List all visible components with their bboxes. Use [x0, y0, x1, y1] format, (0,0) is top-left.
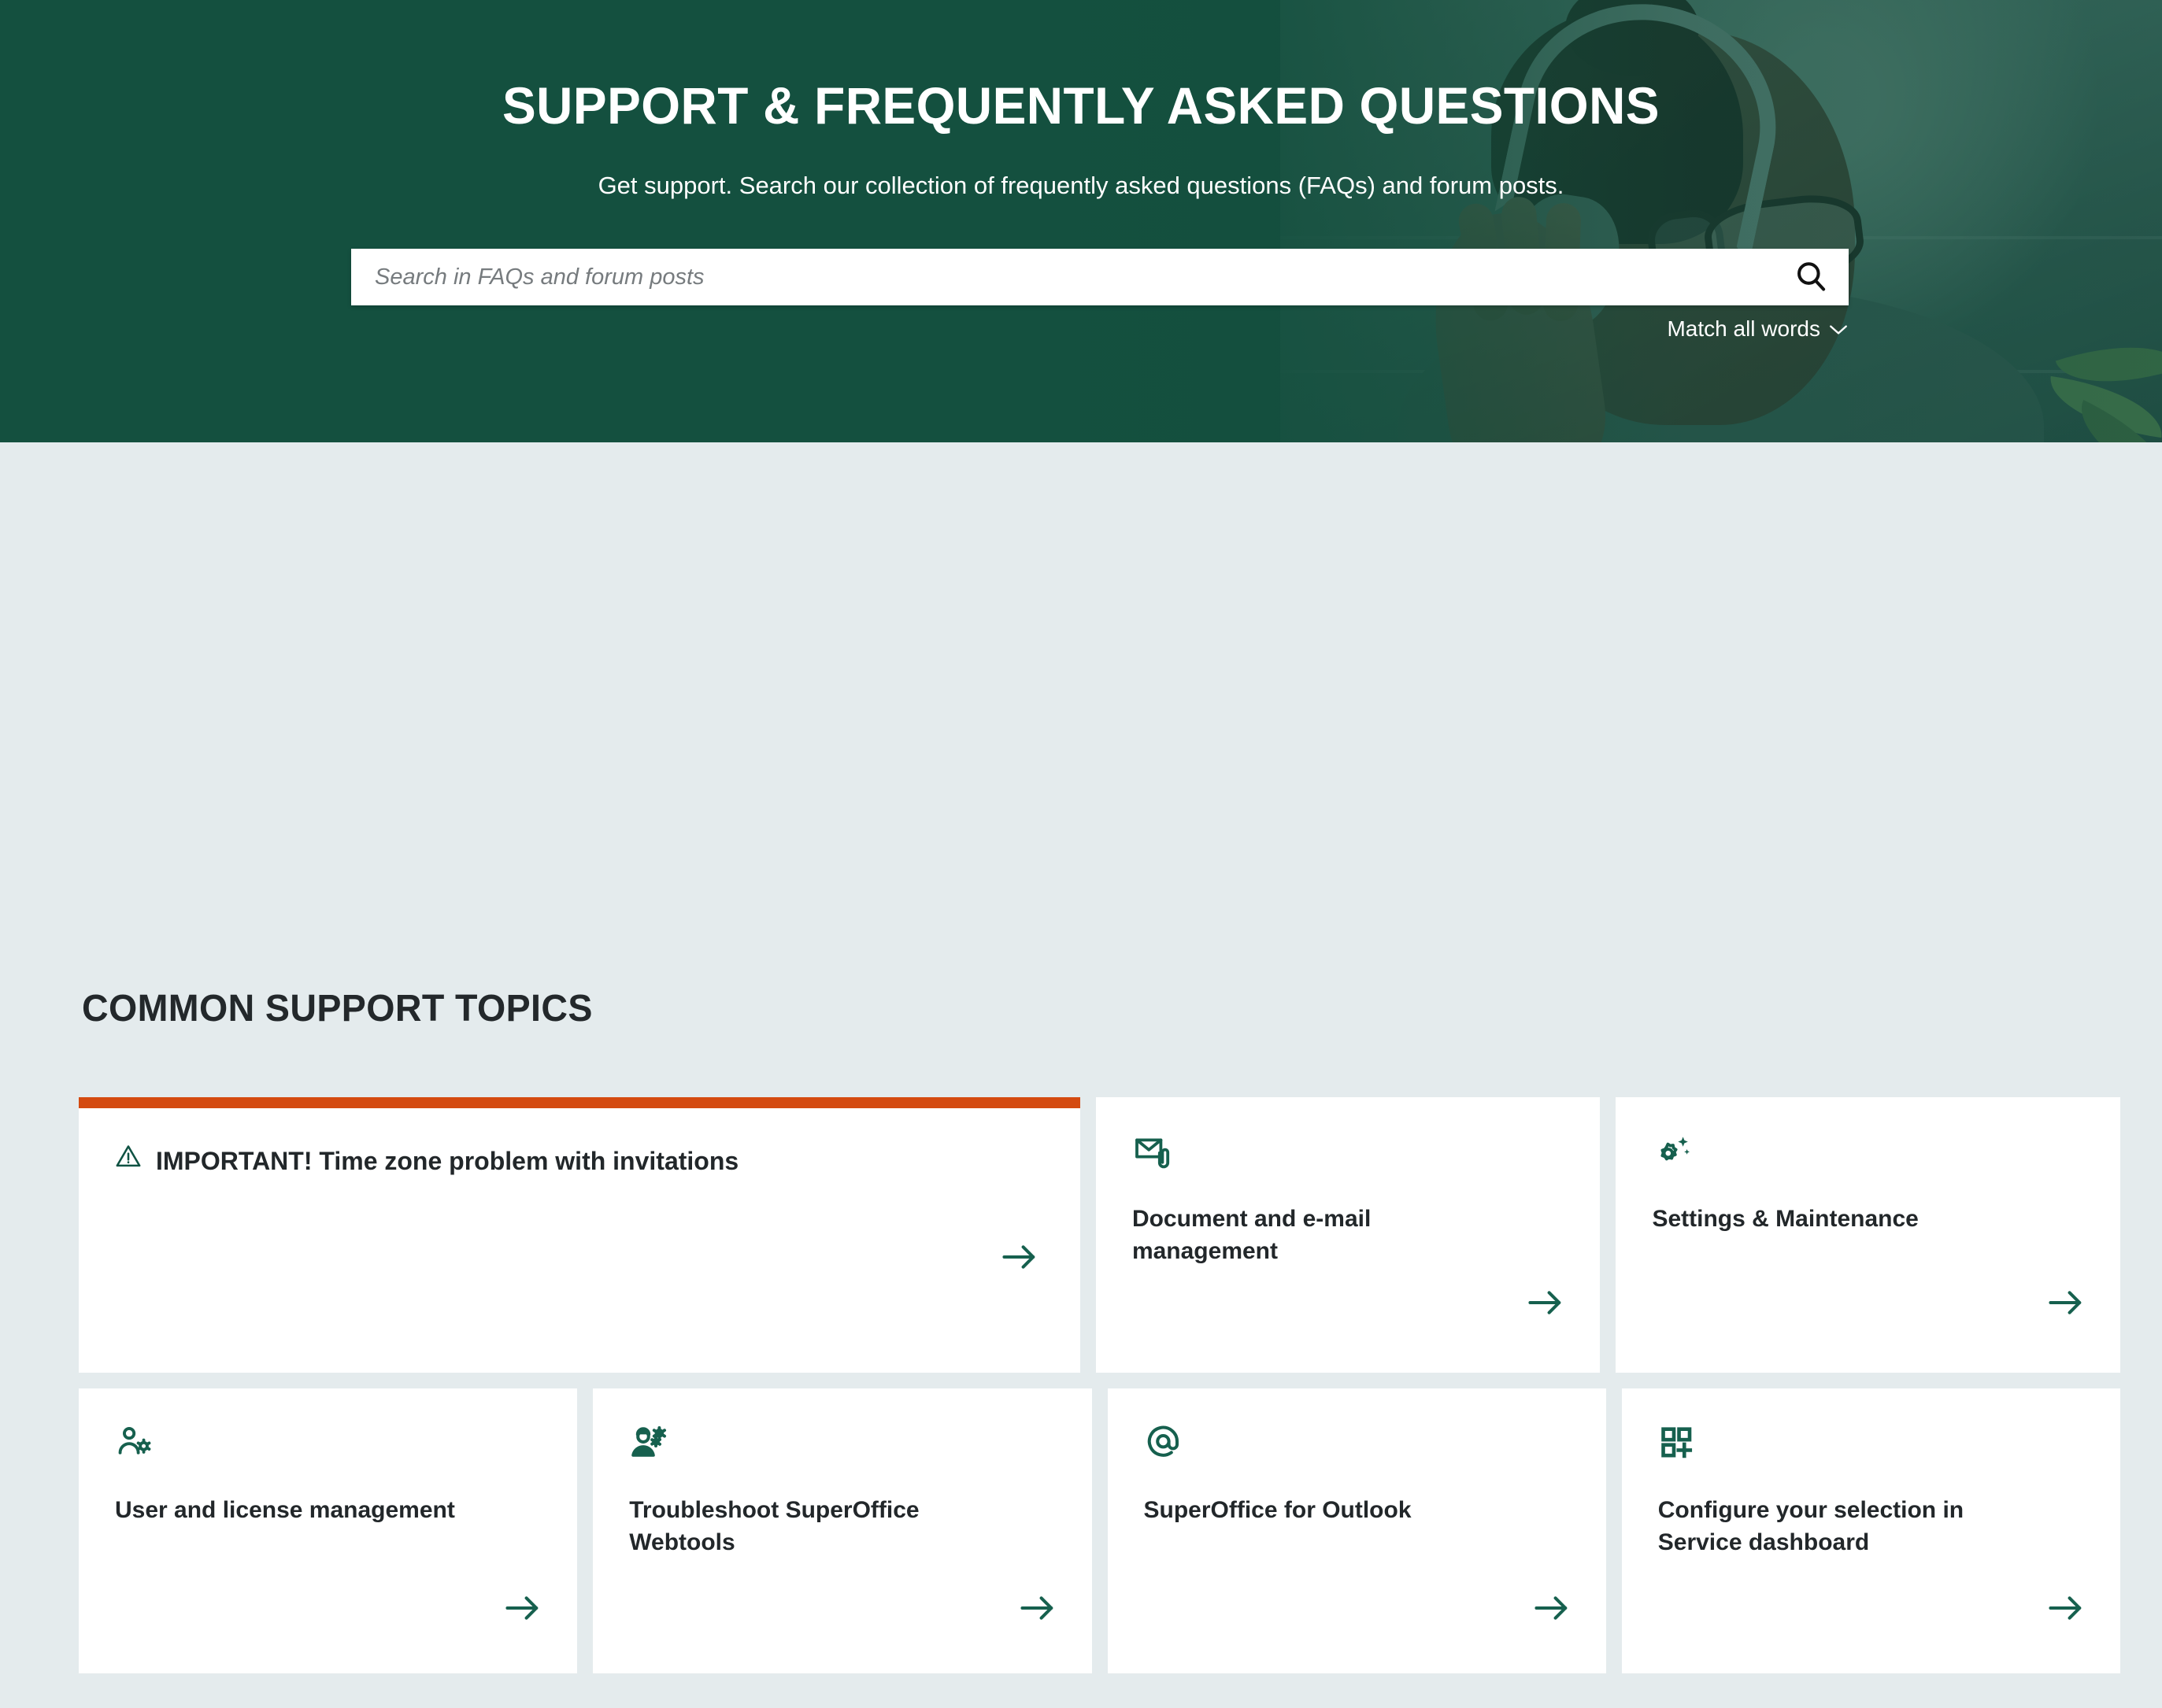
search-input[interactable]	[351, 249, 1773, 305]
topic-card-title: Settings & Maintenance	[1652, 1206, 1919, 1232]
arrow-right-icon	[1527, 1287, 1564, 1322]
topic-card-troubleshoot-superoffice-webtools[interactable]: Troubleshoot SuperOffice Webtools	[593, 1388, 1092, 1673]
topic-card-user-and-license-management[interactable]: User and license management	[79, 1388, 578, 1673]
topic-card-configure-selection-service-dashboard[interactable]: Configure your selection in Service dash…	[1621, 1388, 2120, 1673]
topic-card-title: IMPORTANT! Time zone problem with invita…	[156, 1146, 739, 1175]
arrow-right-icon	[2048, 1287, 2084, 1322]
hero-banner: SUPPORT & FREQUENTLY ASKED QUESTIONS Get…	[0, 0, 2162, 442]
arrow-right-icon	[1001, 1241, 1038, 1277]
topic-card-settings-and-maintenance[interactable]: Settings & Maintenance	[1616, 1097, 2120, 1373]
search-button[interactable]	[1773, 249, 1849, 305]
match-all-words-label: Match all words	[1667, 316, 1820, 341]
topics-row-2: User and license management Troubleshoot…	[79, 1388, 2120, 1673]
support-topics-grid: IMPORTANT! Time zone problem with invita…	[79, 1097, 2120, 1673]
topic-card-title-row: IMPORTANT! Time zone problem with invita…	[115, 1143, 1044, 1178]
envelope-attachment-icon	[1132, 1132, 1564, 1176]
topic-card-superoffice-for-outlook[interactable]: SuperOffice for Outlook	[1107, 1388, 1606, 1673]
topic-card-title: SuperOffice for Outlook	[1143, 1497, 1412, 1523]
search-icon	[1793, 258, 1829, 297]
topic-card-time-zone-problem[interactable]: IMPORTANT! Time zone problem with invita…	[79, 1097, 1080, 1373]
arrow-right-icon	[505, 1592, 541, 1628]
technician-gears-icon	[629, 1423, 1055, 1467]
at-sign-icon	[1144, 1423, 1570, 1467]
user-gear-icon	[115, 1423, 541, 1467]
search-box[interactable]	[351, 249, 1849, 305]
topic-card-title: Configure your selection in Service dash…	[1657, 1497, 1964, 1556]
arrow-right-icon	[1534, 1592, 1570, 1628]
topics-row-1: IMPORTANT! Time zone problem with invita…	[79, 1097, 2120, 1373]
topic-card-title: Troubleshoot SuperOffice Webtools	[629, 1497, 920, 1556]
common-support-topics-heading: COMMON SUPPORT TOPICS	[82, 988, 593, 1030]
gear-sparkle-icon	[1652, 1132, 2084, 1176]
page-title: SUPPORT & FREQUENTLY ASKED QUESTIONS	[502, 76, 1660, 135]
chevron-down-icon	[1828, 316, 1849, 342]
topic-card-document-and-email-management[interactable]: Document and e-mail management	[1095, 1097, 1601, 1373]
topic-card-title: User and license management	[115, 1497, 455, 1523]
arrow-right-icon	[2048, 1592, 2084, 1628]
dashboard-grid-plus-icon	[1658, 1423, 2084, 1467]
arrow-right-icon	[1020, 1592, 1056, 1628]
topic-card-title: Document and e-mail management	[1131, 1206, 1372, 1265]
match-all-words-dropdown[interactable]: Match all words	[351, 316, 1849, 342]
search-area: Match all words	[351, 249, 1849, 342]
page-subtitle: Get support. Search our collection of fr…	[598, 172, 1564, 199]
warning-triangle-icon	[115, 1143, 142, 1178]
